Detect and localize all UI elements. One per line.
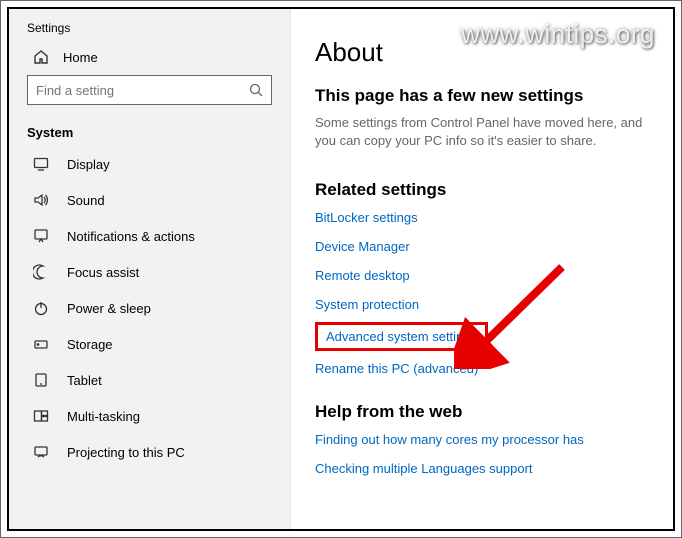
search-wrap: [27, 75, 272, 105]
page-title: About: [315, 37, 653, 68]
section-header-system: System: [9, 115, 290, 146]
sound-icon: [33, 192, 49, 208]
sub-heading: This page has a few new settings: [315, 86, 653, 106]
tablet-icon: [33, 372, 49, 388]
sidebar-item-tablet[interactable]: Tablet: [9, 362, 290, 398]
link-advanced-system-settings[interactable]: Advanced system settings: [326, 329, 477, 344]
home-label: Home: [63, 50, 98, 65]
sidebar-item-label: Projecting to this PC: [67, 445, 185, 460]
sidebar-item-focus-assist[interactable]: Focus assist: [9, 254, 290, 290]
sidebar-item-label: Power & sleep: [67, 301, 151, 316]
sidebar-item-projecting[interactable]: Projecting to this PC: [9, 434, 290, 470]
related-links: BitLocker settings Device Manager Remote…: [315, 210, 653, 376]
link-system-protection[interactable]: System protection: [315, 297, 419, 312]
related-heading: Related settings: [315, 180, 653, 200]
sidebar-item-notifications[interactable]: Notifications & actions: [9, 218, 290, 254]
settings-sidebar: Settings Home System: [9, 9, 291, 529]
storage-icon: [33, 336, 49, 352]
sidebar-item-power-sleep[interactable]: Power & sleep: [9, 290, 290, 326]
notifications-icon: [33, 228, 49, 244]
link-help-cores[interactable]: Finding out how many cores my processor …: [315, 432, 584, 447]
sidebar-item-storage[interactable]: Storage: [9, 326, 290, 362]
link-rename-pc[interactable]: Rename this PC (advanced): [315, 361, 478, 376]
focus-assist-icon: [33, 264, 49, 280]
sidebar-item-label: Display: [67, 157, 110, 172]
link-bitlocker[interactable]: BitLocker settings: [315, 210, 418, 225]
help-heading: Help from the web: [315, 402, 653, 422]
settings-content: About This page has a few new settings S…: [291, 9, 673, 529]
search-icon: [249, 83, 263, 97]
sidebar-item-label: Tablet: [67, 373, 102, 388]
highlight-box: Advanced system settings: [315, 322, 488, 351]
home-icon: [33, 49, 49, 65]
sub-body: Some settings from Control Panel have mo…: [315, 114, 653, 150]
help-links: Finding out how many cores my processor …: [315, 432, 653, 476]
display-icon: [33, 156, 49, 172]
power-icon: [33, 300, 49, 316]
multitasking-icon: [33, 408, 49, 424]
sidebar-item-label: Multi-tasking: [67, 409, 140, 424]
sidebar-item-label: Focus assist: [67, 265, 139, 280]
link-device-manager[interactable]: Device Manager: [315, 239, 410, 254]
sidebar-item-display[interactable]: Display: [9, 146, 290, 182]
search-input[interactable]: [36, 83, 249, 98]
projecting-icon: [33, 444, 49, 460]
sidebar-item-label: Storage: [67, 337, 113, 352]
sidebar-item-label: Sound: [67, 193, 105, 208]
link-remote-desktop[interactable]: Remote desktop: [315, 268, 410, 283]
search-box[interactable]: [27, 75, 272, 105]
link-help-languages[interactable]: Checking multiple Languages support: [315, 461, 533, 476]
sidebar-item-label: Notifications & actions: [67, 229, 195, 244]
app-title: Settings: [9, 9, 290, 43]
sidebar-item-sound[interactable]: Sound: [9, 182, 290, 218]
sidebar-item-multitasking[interactable]: Multi-tasking: [9, 398, 290, 434]
home-nav[interactable]: Home: [9, 43, 290, 75]
